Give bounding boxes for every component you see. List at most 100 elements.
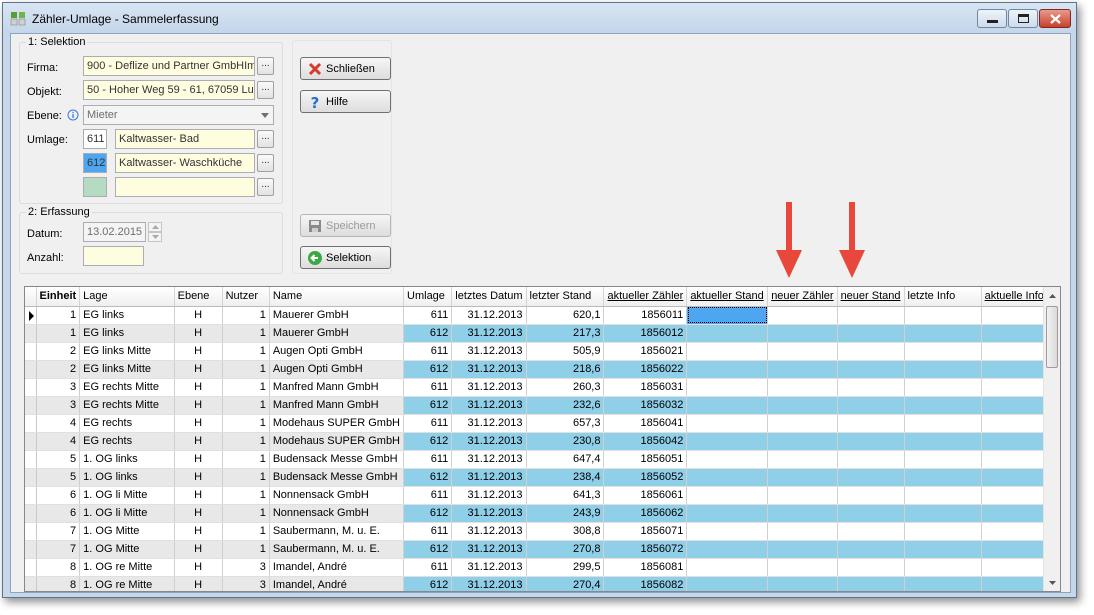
umlage-1-browse-button[interactable]: ...	[257, 130, 274, 148]
cell-aktueller-stand[interactable]	[686, 432, 769, 451]
row-selector[interactable]	[25, 468, 37, 487]
table-row[interactable]: 5 1. OG links H 1 Budensack Messe GmbH 611 31.…	[25, 450, 1060, 469]
row-selector[interactable]	[25, 324, 37, 343]
cell-aktueller-stand[interactable]	[686, 414, 769, 433]
spin-up-button[interactable]	[148, 222, 162, 232]
selektion-button[interactable]: Selektion	[300, 246, 391, 269]
datum-field[interactable]: 13.02.2015	[83, 222, 146, 242]
cell-aktueller-stand[interactable]	[686, 342, 769, 361]
table-row[interactable]: 8 1. OG re Mitte H 3 Imandel, André 612 31.12.…	[25, 576, 1060, 591]
col-header-lage[interactable]: Lage	[79, 287, 175, 307]
cell-neuer-zaehler[interactable]	[767, 558, 838, 577]
cell-neuer-stand[interactable]	[837, 504, 905, 523]
row-selector[interactable]	[25, 414, 37, 433]
umlage-code-3[interactable]	[83, 177, 107, 197]
col-header-letztes-datum[interactable]: letztes Datum	[451, 287, 527, 307]
cell-aktueller-stand[interactable]	[686, 360, 769, 379]
table-row[interactable]: 7 1. OG Mitte H 1 Saubermann, M. u. E. 612 31.…	[25, 540, 1060, 559]
cell-neuer-zaehler[interactable]	[767, 540, 838, 559]
cell-neuer-zaehler[interactable]	[767, 324, 838, 343]
cell-letzte-info[interactable]	[904, 450, 982, 469]
row-selector[interactable]	[25, 558, 37, 577]
cell-letzte-info[interactable]	[904, 414, 982, 433]
cell-neuer-stand[interactable]	[837, 324, 905, 343]
col-header-umlage[interactable]: Umlage	[403, 287, 453, 307]
table-row[interactable]: 1 EG links H 1 Mauerer GmbH 612 31.12.2013 217,…	[25, 324, 1060, 343]
cell-aktueller-stand[interactable]	[686, 522, 769, 541]
cell-neuer-stand[interactable]	[837, 414, 905, 433]
row-selector[interactable]	[25, 378, 37, 397]
firma-browse-button[interactable]: ...	[257, 57, 274, 75]
table-row[interactable]: 2 EG links Mitte H 1 Augen Opti GmbH 612 31.12…	[25, 360, 1060, 379]
row-selector[interactable]	[25, 504, 37, 523]
col-header-neuer-stand[interactable]: neuer Stand	[837, 287, 905, 307]
cell-aktueller-stand[interactable]	[686, 324, 769, 343]
table-row[interactable]: 6 1. OG li Mitte H 1 Nonnensack GmbH 612 31.12…	[25, 504, 1060, 523]
row-selector[interactable]	[25, 486, 37, 505]
table-row[interactable]: 1 EG links H 1 Mauerer GmbH 611 31.12.2013 620,…	[25, 306, 1060, 325]
cell-neuer-stand[interactable]	[837, 378, 905, 397]
table-row[interactable]: 3 EG rechts Mitte H 1 Manfred Mann GmbH 612 31…	[25, 396, 1060, 415]
col-header-letzte-info[interactable]: letzte Info	[904, 287, 982, 307]
col-header-aktueller-zaehler[interactable]: aktueller Zähler	[603, 287, 688, 307]
hilfe-button[interactable]: ? Hilfe	[300, 90, 391, 113]
info-icon[interactable]	[67, 109, 79, 121]
col-header-letzter-stand[interactable]: letzter Stand	[526, 287, 605, 307]
datum-spinner[interactable]	[148, 222, 162, 242]
cell-neuer-stand[interactable]	[837, 486, 905, 505]
cell-letzte-info[interactable]	[904, 558, 982, 577]
cell-neuer-stand[interactable]	[837, 522, 905, 541]
cell-neuer-zaehler[interactable]	[767, 522, 838, 541]
cell-aktueller-stand[interactable]	[686, 540, 769, 559]
cell-aktueller-stand[interactable]	[686, 378, 769, 397]
umlage-code-1[interactable]: 611	[83, 129, 107, 149]
table-row[interactable]: 7 1. OG Mitte H 1 Saubermann, M. u. E. 611 31.…	[25, 522, 1060, 541]
cell-aktueller-stand[interactable]	[686, 576, 769, 591]
minimize-button[interactable]	[977, 9, 1007, 28]
row-selector[interactable]	[25, 342, 37, 361]
cell-neuer-stand[interactable]	[837, 432, 905, 451]
row-selector[interactable]	[25, 306, 37, 325]
cell-neuer-zaehler[interactable]	[767, 342, 838, 361]
cell-neuer-stand[interactable]	[837, 450, 905, 469]
cell-neuer-zaehler[interactable]	[767, 306, 838, 325]
scroll-up-button[interactable]	[1044, 287, 1060, 304]
speichern-button[interactable]: Speichern	[300, 214, 391, 237]
cell-aktueller-stand[interactable]	[686, 558, 769, 577]
cell-neuer-stand[interactable]	[837, 576, 905, 591]
title-bar[interactable]: Zähler-Umlage - Sammelerfassung	[3, 3, 1076, 33]
row-selector[interactable]	[25, 432, 37, 451]
cell-letzte-info[interactable]	[904, 504, 982, 523]
cell-neuer-stand[interactable]	[837, 306, 905, 325]
cell-aktueller-stand[interactable]	[686, 396, 769, 415]
cell-letzte-info[interactable]	[904, 468, 982, 487]
cell-letzte-info[interactable]	[904, 432, 982, 451]
cell-neuer-zaehler[interactable]	[767, 486, 838, 505]
table-row[interactable]: 4 EG rechts H 1 Modehaus SUPER GmbH 611 31.12.…	[25, 414, 1060, 433]
col-header-einheit[interactable]: Einheit	[36, 287, 81, 307]
vertical-scrollbar[interactable]	[1043, 287, 1060, 591]
cell-neuer-zaehler[interactable]	[767, 576, 838, 591]
row-selector[interactable]	[25, 360, 37, 379]
cell-letzte-info[interactable]	[904, 576, 982, 591]
umlage-code-2[interactable]: 612	[83, 153, 107, 173]
cell-neuer-stand[interactable]	[837, 342, 905, 361]
anzahl-field[interactable]	[83, 246, 144, 266]
col-header-nutzer[interactable]: Nutzer	[222, 287, 270, 307]
row-selector[interactable]	[25, 576, 37, 591]
cell-letzte-info[interactable]	[904, 378, 982, 397]
cell-neuer-stand[interactable]	[837, 468, 905, 487]
cell-letzte-info[interactable]	[904, 306, 982, 325]
col-header-neuer-zaehler[interactable]: neuer Zähler	[767, 287, 838, 307]
umlage-2-browse-button[interactable]: ...	[257, 154, 274, 172]
cell-neuer-stand[interactable]	[837, 396, 905, 415]
cell-neuer-stand[interactable]	[837, 558, 905, 577]
umlage-name-3[interactable]	[115, 177, 255, 197]
cell-neuer-zaehler[interactable]	[767, 378, 838, 397]
cell-neuer-zaehler[interactable]	[767, 396, 838, 415]
objekt-field[interactable]: 50 - Hoher Weg 59 - 61, 67059 Luc	[83, 80, 255, 100]
close-button[interactable]	[1039, 9, 1071, 28]
data-grid[interactable]: Einheit Lage Ebene Nutzer Name Umlage le…	[24, 286, 1061, 592]
col-header-ebene[interactable]: Ebene	[174, 287, 223, 307]
umlage-3-browse-button[interactable]: ...	[257, 178, 274, 196]
